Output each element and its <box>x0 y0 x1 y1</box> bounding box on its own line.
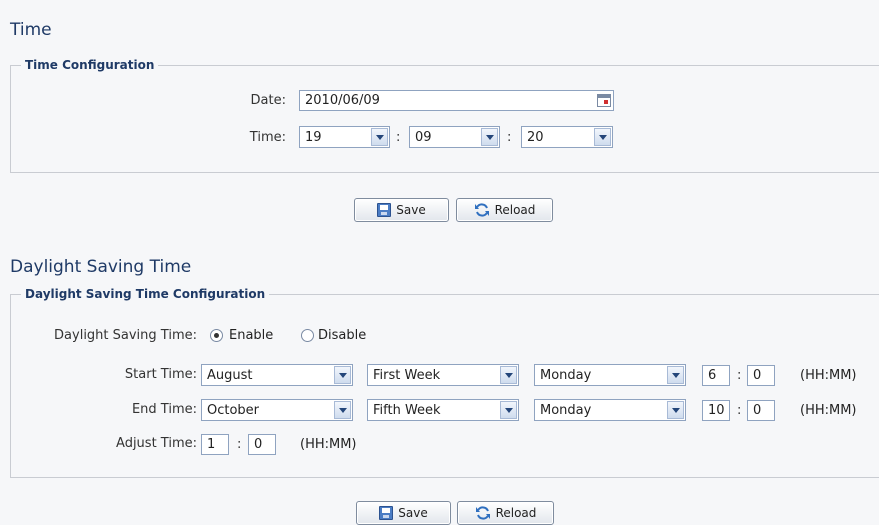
dst-disable-radio[interactable] <box>301 329 314 342</box>
end-week-value: Fifth Week <box>373 403 441 418</box>
adjust-minute-value: 0 <box>254 437 263 452</box>
date-label: Date: <box>250 93 286 108</box>
time-reload-button[interactable]: Reload <box>456 198 553 222</box>
date-value: 2010/06/09 <box>305 93 380 108</box>
start-colon: : <box>737 368 742 383</box>
adjust-hour-input[interactable]: 1 <box>201 434 229 455</box>
minute-value: 09 <box>415 130 432 145</box>
time-configuration-legend: Time Configuration <box>25 58 155 72</box>
chevron-down-icon[interactable] <box>667 401 684 419</box>
end-colon: : <box>737 403 742 418</box>
end-day-value: Monday <box>540 403 592 418</box>
end-minute-input[interactable]: 0 <box>747 400 775 421</box>
time-colon: : <box>396 130 401 145</box>
reload-label: Reload <box>494 203 536 217</box>
dst-label: Daylight Saving Time: <box>54 328 197 343</box>
chevron-down-icon[interactable] <box>500 366 517 384</box>
start-month-select[interactable]: August <box>201 364 353 386</box>
date-input[interactable]: 2010/06/09 <box>299 90 614 111</box>
end-month-value: October <box>207 403 260 418</box>
floppy-disk-icon <box>379 506 394 520</box>
start-time-label: Start Time: <box>124 367 197 382</box>
calendar-icon[interactable] <box>597 94 611 107</box>
dst-configuration-legend: Daylight Saving Time Configuration <box>25 287 266 301</box>
start-day-value: Monday <box>540 368 592 383</box>
time-save-button[interactable]: Save <box>354 198 449 222</box>
end-hour-value: 10 <box>708 403 725 418</box>
adjust-colon: : <box>237 437 242 452</box>
reload-label: Reload <box>495 506 537 520</box>
chevron-down-icon[interactable] <box>371 128 388 146</box>
chevron-down-icon[interactable] <box>500 401 517 419</box>
dst-section-title: Daylight Saving Time <box>10 257 192 277</box>
chevron-down-icon[interactable] <box>481 128 498 146</box>
hour-select[interactable]: 19 <box>299 126 390 148</box>
minute-select[interactable]: 09 <box>409 126 500 148</box>
adjust-hour-value: 1 <box>207 437 216 452</box>
adjust-time-label: Adjust Time: <box>116 436 197 451</box>
save-label: Save <box>398 506 428 520</box>
start-hour-value: 6 <box>708 368 717 383</box>
dst-save-button[interactable]: Save <box>356 501 451 525</box>
start-month-value: August <box>207 368 253 383</box>
end-hour-input[interactable]: 10 <box>702 400 730 421</box>
start-day-select[interactable]: Monday <box>534 364 686 386</box>
adjust-hhmm-hint: (HH:MM) <box>300 437 357 452</box>
floppy-disk-icon <box>377 203 392 217</box>
start-minute-value: 0 <box>753 368 762 383</box>
chevron-down-icon[interactable] <box>334 401 351 419</box>
dst-reload-button[interactable]: Reload <box>457 501 554 525</box>
save-label: Save <box>396 203 426 217</box>
start-week-select[interactable]: First Week <box>367 364 519 386</box>
time-section-title: Time <box>10 20 52 40</box>
end-minute-value: 0 <box>753 403 762 418</box>
hour-value: 19 <box>305 130 322 145</box>
reload-icon <box>475 506 490 520</box>
end-day-select[interactable]: Monday <box>534 399 686 421</box>
reload-icon <box>474 203 489 217</box>
dst-disable-label[interactable]: Disable <box>318 328 366 343</box>
end-month-select[interactable]: October <box>201 399 353 421</box>
end-time-label: End Time: <box>131 402 197 417</box>
time-label: Time: <box>249 130 286 145</box>
time-configuration-group: Time Configuration <box>10 58 879 173</box>
chevron-down-icon[interactable] <box>334 366 351 384</box>
adjust-minute-input[interactable]: 0 <box>248 434 276 455</box>
chevron-down-icon[interactable] <box>594 128 611 146</box>
chevron-down-icon[interactable] <box>667 366 684 384</box>
dst-enable-radio[interactable] <box>210 329 223 342</box>
second-value: 20 <box>527 130 544 145</box>
second-select[interactable]: 20 <box>521 126 613 148</box>
dst-enable-label[interactable]: Enable <box>229 328 273 343</box>
end-hhmm-hint: (HH:MM) <box>800 403 857 418</box>
time-colon: : <box>507 130 512 145</box>
start-hhmm-hint: (HH:MM) <box>800 368 857 383</box>
start-minute-input[interactable]: 0 <box>747 365 775 386</box>
end-week-select[interactable]: Fifth Week <box>367 399 519 421</box>
start-week-value: First Week <box>373 368 441 383</box>
start-hour-input[interactable]: 6 <box>702 365 730 386</box>
